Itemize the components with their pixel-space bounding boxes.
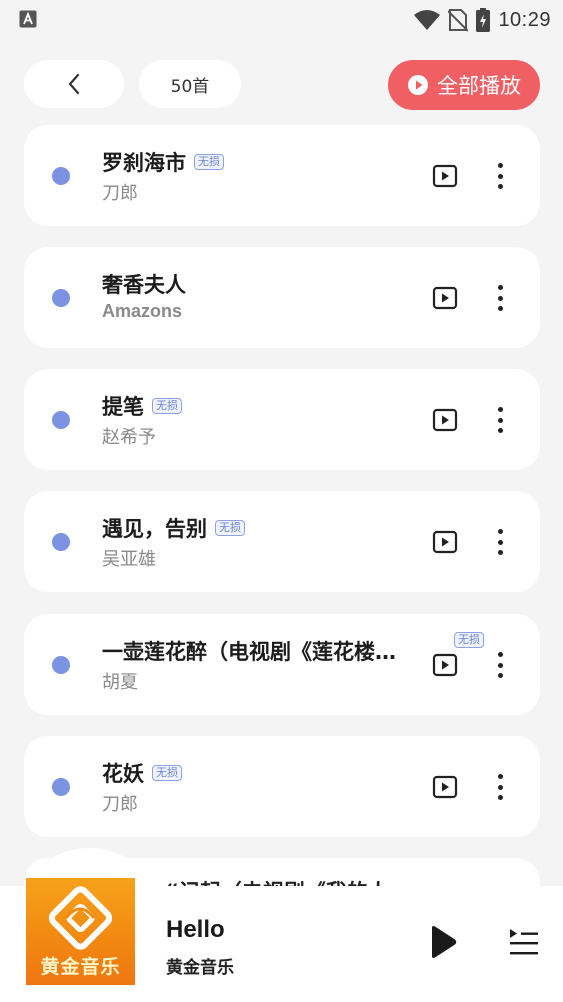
more-options-icon[interactable] [488, 772, 512, 802]
mv-play-icon[interactable] [432, 285, 458, 311]
more-options-icon[interactable] [488, 161, 512, 191]
song-dot-icon [52, 533, 70, 551]
gold-music-logo-icon [48, 886, 113, 950]
song-dot-icon [52, 289, 70, 307]
song-title: 花妖 [102, 762, 144, 786]
song-title: 罗刹海市 [102, 151, 186, 175]
song-dot-icon [52, 778, 70, 796]
mv-play-icon[interactable] [432, 407, 458, 433]
song-item[interactable]: 一壶莲花醉（电视剧《莲花楼… 无损 胡夏 [24, 614, 540, 715]
playlist-queue-icon[interactable] [507, 926, 539, 958]
song-title: 奢香夫人 [102, 273, 186, 297]
song-item[interactable]: 奢香夫人 Amazons [24, 247, 540, 348]
screen: 10:29 50首 全部播放 罗刹海市 无损 刀郎 奢香夫人 Amazons 提… [0, 0, 563, 1002]
song-title-row: 一壶莲花醉（电视剧《莲花楼… [102, 636, 462, 666]
more-options-icon[interactable] [488, 405, 512, 435]
now-playing-title: Hello [166, 916, 225, 943]
lossless-badge: 无损 [454, 632, 484, 648]
song-title-row: 遇见，告别 无损 [102, 513, 462, 543]
song-title: 提笔 [102, 395, 144, 419]
song-title-row: 花妖 无损 [102, 758, 462, 788]
now-playing-subtitle: 黄金音乐 [166, 958, 234, 978]
song-artist: 吴亚雄 [102, 549, 156, 570]
song-title-row: 罗刹海市 无损 [102, 147, 462, 177]
lossless-badge: 无损 [152, 398, 182, 414]
song-item[interactable]: 罗刹海市 无损 刀郎 [24, 125, 540, 226]
more-options-icon[interactable] [488, 650, 512, 680]
lossless-badge: 无损 [215, 520, 245, 536]
song-title: 遇见，告别 [102, 517, 207, 541]
mv-play-icon[interactable] [432, 652, 458, 678]
song-artist: Amazons [102, 301, 183, 321]
song-item[interactable]: 遇见，告别 无损 吴亚雄 [24, 491, 540, 592]
song-item[interactable]: 提笔 无损 赵希予 [24, 369, 540, 470]
mv-play-icon[interactable] [432, 529, 458, 555]
play-icon[interactable] [428, 925, 458, 959]
mv-play-icon[interactable] [432, 163, 458, 189]
song-dot-icon [52, 411, 70, 429]
song-artist: 刀郎 [102, 794, 138, 815]
song-dot-icon [52, 167, 70, 185]
song-artist: 胡夏 [102, 672, 138, 693]
song-title: 一壶莲花醉（电视剧《莲花楼… [102, 640, 396, 664]
more-options-icon[interactable] [488, 283, 512, 313]
lossless-badge: 无损 [194, 154, 224, 170]
song-artist: 刀郎 [102, 183, 138, 204]
more-options-icon[interactable] [488, 527, 512, 557]
cover-text: 黄金音乐 [40, 956, 121, 978]
song-dot-icon [52, 656, 70, 674]
song-title-row: 提笔 无损 [102, 391, 462, 421]
song-item[interactable]: 花妖 无损 刀郎 [24, 736, 540, 837]
song-title-row: 奢香夫人 [102, 269, 462, 299]
album-cover[interactable]: 黄金音乐 [26, 878, 135, 985]
lossless-badge: 无损 [152, 765, 182, 781]
mv-play-icon[interactable] [432, 774, 458, 800]
song-artist: 赵希予 [102, 427, 156, 448]
